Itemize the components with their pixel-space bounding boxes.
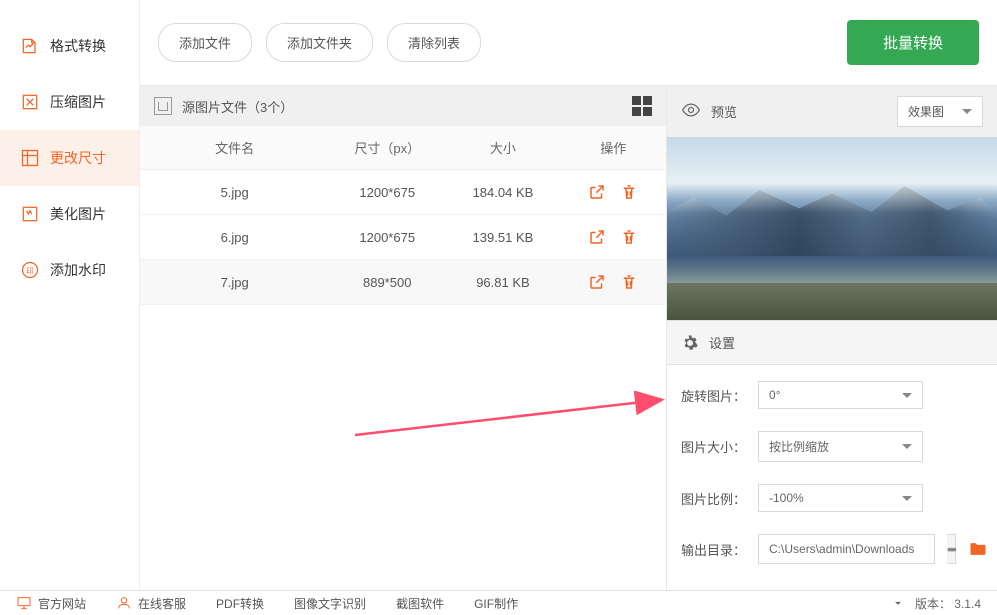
size-value: 按比例缩放 [769,438,829,455]
cell-name: 5.jpg [140,170,329,215]
add-file-button[interactable]: 添加文件 [158,23,252,62]
rotate-value: 0° [769,388,780,402]
file-list-panel: 源图片文件（3个） 文件名 尺寸（px） 大小 操作 5.jpg 1200 [140,85,666,590]
col-name: 文件名 [140,126,329,170]
toolbar: 添加文件 添加文件夹 清除列表 批量转换 [140,0,997,85]
sidebar-item-label: 美化图片 [50,204,106,224]
cell-dim: 1200*675 [329,215,445,260]
open-folder-button[interactable] [968,534,988,564]
cell-size: 139.51 KB [445,215,561,260]
open-external-icon[interactable] [588,228,606,246]
headset-icon [116,595,132,611]
preview-icon [681,100,701,123]
cell-action [561,170,666,215]
delete-icon[interactable] [620,273,638,291]
open-external-icon[interactable] [588,273,606,291]
sidebar: 格式转换 压缩图片 更改尺寸 美化图片 印 添加水印 [0,0,140,590]
browse-path-button[interactable]: ••• [947,534,956,564]
sidebar-item-resize[interactable]: 更改尺寸 [0,130,139,186]
col-size: 大小 [445,126,561,170]
footer-ocr[interactable]: 图像文字识别 [294,595,366,612]
file-list-title: 源图片文件（3个） [182,97,293,116]
col-action: 操作 [561,126,666,170]
table-row[interactable]: 5.jpg 1200*675 184.04 KB [140,170,666,215]
sidebar-item-compress[interactable]: 压缩图片 [0,74,139,130]
sidebar-item-label: 格式转换 [50,36,106,56]
rotate-label: 旋转图片： [681,386,746,405]
footer-gif[interactable]: GIF制作 [474,595,518,612]
resize-icon [20,148,40,168]
cell-name: 6.jpg [140,215,329,260]
sidebar-item-label: 压缩图片 [50,92,106,112]
ratio-value: -100% [769,491,804,505]
compress-icon [20,92,40,112]
footer-service[interactable]: 在线客服 [116,595,186,612]
preview-mode-value: 效果图 [908,103,944,120]
add-folder-button[interactable]: 添加文件夹 [266,23,373,62]
ratio-label: 图片比例： [681,489,746,508]
cell-action [561,260,666,305]
image-file-icon [154,97,172,115]
format-icon [20,36,40,56]
table-row[interactable]: 7.jpg 889*500 96.81 KB [140,260,666,305]
preview-image [667,137,997,320]
sidebar-item-beautify[interactable]: 美化图片 [0,186,139,242]
open-external-icon[interactable] [588,183,606,201]
delete-icon[interactable] [620,228,638,246]
chevron-down-icon [902,393,912,398]
size-select[interactable]: 按比例缩放 [758,431,923,462]
svg-text:印: 印 [26,266,34,275]
cell-dim: 1200*675 [329,170,445,215]
preview-title: 预览 [711,102,737,121]
grid-view-icon[interactable] [632,96,652,116]
settings-title: 设置 [709,333,735,352]
cell-size: 96.81 KB [445,260,561,305]
cell-size: 184.04 KB [445,170,561,215]
sidebar-item-watermark[interactable]: 印 添加水印 [0,242,139,298]
footer-screenshot[interactable]: 截图软件 [396,595,444,612]
ratio-select[interactable]: -100% [758,484,923,512]
preview-header: 预览 效果图 [667,86,997,137]
watermark-icon: 印 [20,260,40,280]
footer-website[interactable]: 官方网站 [16,595,86,612]
gear-icon [681,334,699,352]
preview-panel: 预览 效果图 设置 旋转图片： 0° [666,85,997,590]
col-dim: 尺寸（px） [329,126,445,170]
footer: 官方网站 在线客服 PDF转换 图像文字识别 截图软件 GIF制作 版本： 3.… [0,590,997,615]
sidebar-item-label: 更改尺寸 [50,148,106,168]
table-row[interactable]: 6.jpg 1200*675 139.51 KB [140,215,666,260]
batch-convert-button[interactable]: 批量转换 [847,20,979,65]
file-list-header: 源图片文件（3个） [140,86,666,126]
clear-list-button[interactable]: 清除列表 [387,23,481,62]
cell-name: 7.jpg [140,260,329,305]
cell-dim: 889*500 [329,260,445,305]
beautify-icon [20,204,40,224]
download-icon[interactable] [891,596,905,610]
output-path-input[interactable] [758,534,935,564]
chevron-down-icon [902,496,912,501]
size-label: 图片大小： [681,437,746,456]
monitor-icon [16,595,32,611]
sidebar-item-label: 添加水印 [50,260,106,280]
settings-header: 设置 [667,320,997,365]
file-table: 文件名 尺寸（px） 大小 操作 5.jpg 1200*675 184.04 K… [140,126,666,305]
chevron-down-icon [902,444,912,449]
footer-pdf[interactable]: PDF转换 [216,595,264,612]
chevron-down-icon [962,109,972,114]
delete-icon[interactable] [620,183,638,201]
preview-mode-dropdown[interactable]: 效果图 [897,96,983,127]
output-label: 输出目录： [681,540,746,559]
sidebar-item-format[interactable]: 格式转换 [0,18,139,74]
rotate-select[interactable]: 0° [758,381,923,409]
cell-action [561,215,666,260]
